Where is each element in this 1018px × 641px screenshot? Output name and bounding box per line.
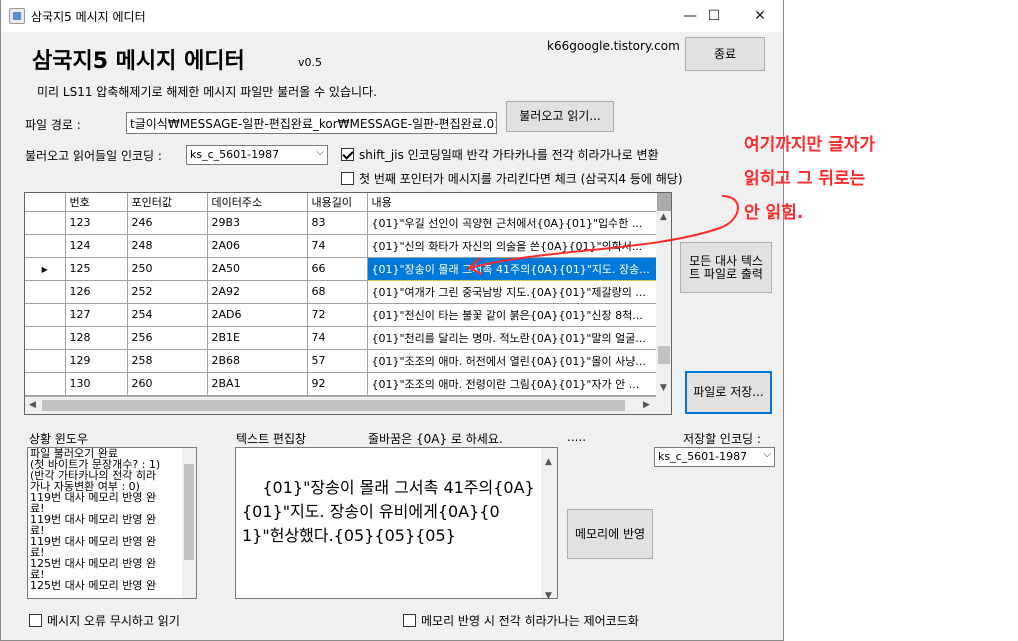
- annotation-arrow-line: [469, 195, 739, 269]
- annotation-arrow: [467, 195, 739, 275]
